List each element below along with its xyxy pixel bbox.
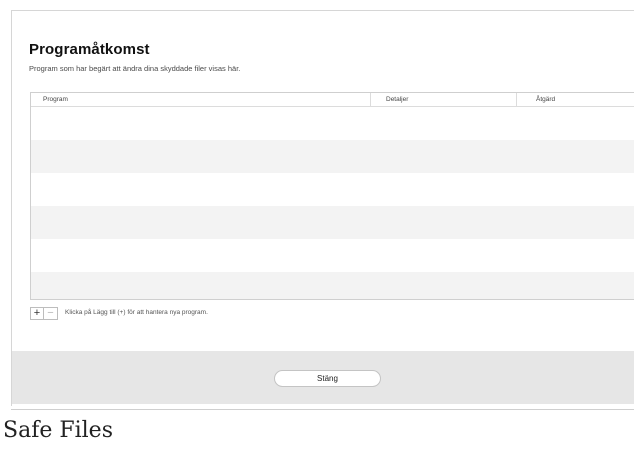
apps-table: Program Detaljer Åtgärd [30,92,634,300]
table-row [31,206,634,239]
table-row [31,173,634,206]
add-remove-controls: + − [30,307,58,320]
dialog-subtitle: Program som har begärt att ändra dina sk… [29,64,241,73]
remove-button[interactable]: − [44,307,58,320]
table-row [31,140,634,173]
figure-caption: Safe Files [3,418,113,443]
column-header-details[interactable]: Detaljer [371,93,517,106]
dialog-footer: Stäng [12,351,634,404]
table-row [31,107,634,140]
column-header-action[interactable]: Åtgärd [517,93,634,106]
dialog-title: Programåtkomst [29,41,150,58]
table-row [31,239,634,272]
add-button[interactable]: + [30,307,44,320]
close-button[interactable]: Stäng [274,370,381,387]
table-body [31,107,634,299]
app-access-dialog: Programåtkomst Program som har begärt at… [11,10,634,406]
add-hint-text: Klicka på Lägg till (+) för att hantera … [65,309,208,316]
caption-divider [11,409,634,410]
table-header: Program Detaljer Åtgärd [31,93,634,107]
table-row [31,272,634,299]
column-header-program[interactable]: Program [31,93,371,106]
